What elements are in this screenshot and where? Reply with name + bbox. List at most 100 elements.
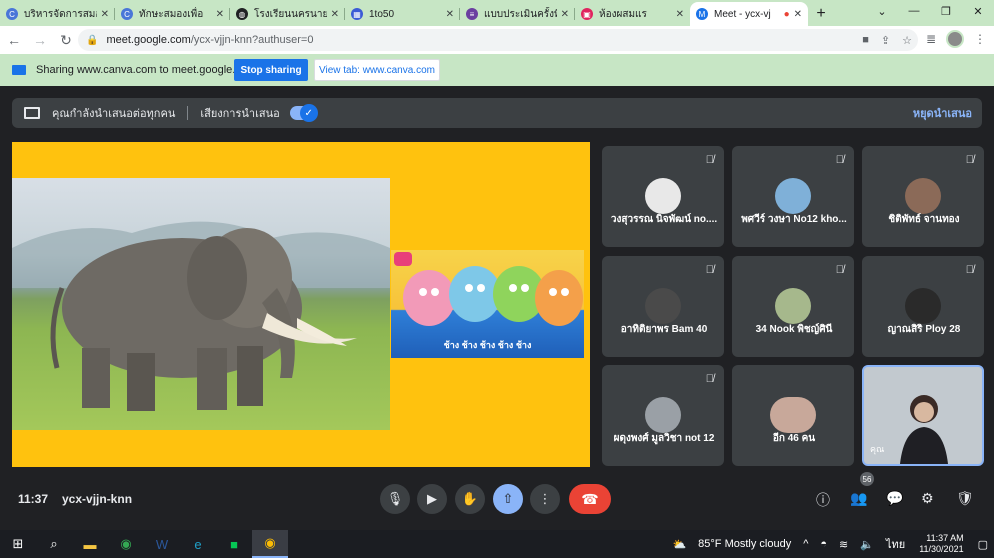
- camera-in-use-icon[interactable]: ■: [862, 34, 869, 47]
- omnibox-icons: ■ ⇪ ☆: [862, 34, 912, 47]
- avatar: [775, 178, 811, 214]
- share-icon[interactable]: ⇪: [881, 34, 890, 47]
- new-tab-button[interactable]: +: [808, 2, 834, 26]
- browser-tab[interactable]: C บริหารจัดการสมอง ✕: [0, 2, 115, 26]
- mic-off-icon: 🎙̸: [965, 154, 974, 166]
- self-video-tile[interactable]: ıl คุณ: [862, 365, 984, 466]
- meeting-controls: 11:37 ycx-vjjn-knn 🎙 ▶ ✋ ⇧ ⋮ ☎ ⓘ 👥 56 💬 …: [0, 472, 994, 522]
- minimize-icon[interactable]: —: [898, 0, 930, 22]
- participant-name: อาทิติยาพร Bam 40: [620, 324, 708, 335]
- participant-tile[interactable]: 🎙̸ 34 Nook พิชญ์ศินี: [732, 256, 854, 357]
- search-icon[interactable]: ⌕: [36, 530, 72, 558]
- activities-icon[interactable]: ⚙: [921, 490, 934, 507]
- sharing-infobar: Sharing www.canva.com to meet.google.com…: [0, 54, 994, 86]
- sharing-text: Sharing www.canva.com to meet.google.com: [36, 64, 257, 76]
- tab-close-icon[interactable]: ✕: [216, 9, 224, 20]
- browser-tab[interactable]: ▣ ห้องผสมแร ✕: [575, 2, 690, 26]
- wifi-icon[interactable]: ≋: [839, 538, 848, 551]
- chrome-active-icon[interactable]: ◉: [252, 530, 288, 558]
- profile-avatar[interactable]: [946, 30, 964, 48]
- stop-presenting-button[interactable]: หยุดนำเสนอ: [913, 104, 972, 122]
- tab-close-icon[interactable]: ✕: [561, 9, 569, 20]
- browser-tab[interactable]: ◍ โรงเรียนนครนายกวิ ✕: [230, 2, 345, 26]
- present-icon: [24, 107, 40, 119]
- weather-icon[interactable]: ⛅: [672, 538, 686, 551]
- toolbar-right: ≣ ⋮: [926, 30, 986, 48]
- tab-close-icon[interactable]: ✕: [446, 9, 454, 20]
- line-icon[interactable]: ■: [216, 530, 252, 558]
- file-explorer-icon[interactable]: ▬: [72, 530, 108, 558]
- forward-icon[interactable]: →: [28, 28, 52, 52]
- more-options-button[interactable]: ⋮: [530, 484, 560, 514]
- participant-tile[interactable]: 🎙̸ ชิติพัทธ์ จานทอง: [862, 146, 984, 247]
- volume-icon[interactable]: 🔈: [860, 538, 874, 551]
- weather-text[interactable]: 85°F Mostly cloudy: [698, 538, 791, 550]
- self-name: คุณ: [870, 444, 885, 454]
- tab-close-icon[interactable]: ✕: [101, 9, 109, 20]
- tab-favicon-icon: C: [121, 8, 133, 20]
- tab-close-icon[interactable]: ✕: [676, 9, 684, 20]
- restore-icon[interactable]: ❐: [930, 0, 962, 22]
- participant-tile[interactable]: 🎙̸ ญาณสิริ Ploy 28: [862, 256, 984, 357]
- tray-clock[interactable]: 11:37 AM 11/30/2021: [919, 533, 963, 555]
- url-path: /ycx-vjjn-knn?authuser=0: [190, 34, 314, 46]
- more-vert-icon: ⋮: [538, 491, 552, 506]
- network-icon[interactable]: ◓: [820, 538, 827, 550]
- mic-off-icon: 🎙̸: [835, 264, 844, 276]
- tab-favicon-icon: ▣: [581, 8, 593, 20]
- raise-hand-button[interactable]: ✋: [455, 484, 485, 514]
- participant-name: ผดุงพงศ์ มูลวิชา not 12: [613, 433, 715, 444]
- mic-off-icon: 🎙̸: [705, 264, 714, 276]
- browser-tab[interactable]: ≡ แบบประเมินครั้งที่ 5 ✕: [460, 2, 575, 26]
- back-icon[interactable]: ←: [2, 28, 26, 52]
- tab-search-icon[interactable]: ⌄: [866, 0, 898, 22]
- participant-tile[interactable]: 🎙̸ วงสุวรรณ นิจพัฒน์ no....: [602, 146, 724, 247]
- chrome-icon[interactable]: ◉: [108, 530, 144, 558]
- address-bar-row: ← → ↻ 🔒 meet.google.com/ycx-vjjn-knn?aut…: [0, 26, 994, 54]
- people-icon[interactable]: 👥: [850, 490, 867, 507]
- url-bar[interactable]: 🔒 meet.google.com/ycx-vjjn-knn?authuser=…: [78, 29, 918, 51]
- participant-tile[interactable]: 🎙̸ อาทิติยาพร Bam 40: [602, 256, 724, 357]
- browser-tab[interactable]: C ทักษะสมองเพื่อ ✕: [115, 2, 230, 26]
- view-tab-button[interactable]: View tab: www.canva.com: [314, 59, 440, 81]
- participant-tile[interactable]: 🎙̸ ผดุงพงศ์ มูลวิชา not 12: [602, 365, 724, 466]
- avatar-stack: [770, 397, 816, 433]
- tab-close-icon[interactable]: ✕: [794, 9, 802, 20]
- mic-off-icon: 🎙̸: [705, 373, 714, 385]
- avatar: [775, 288, 811, 324]
- tray-chevron-icon[interactable]: ^: [803, 538, 808, 550]
- close-window-icon[interactable]: ✕: [962, 0, 994, 22]
- info-icon[interactable]: ⓘ: [816, 490, 830, 510]
- word-icon[interactable]: W: [144, 530, 180, 558]
- more-participants-tile[interactable]: อีก 46 คน: [732, 365, 854, 466]
- presentation-audio-label: เสียงการนำเสนอ: [200, 108, 280, 120]
- participant-tile[interactable]: 🎙̸ พศวีร์ วงษา No12 kho...: [732, 146, 854, 247]
- menu-dots-icon[interactable]: ⋮: [974, 32, 986, 46]
- avatar: [645, 288, 681, 324]
- reading-list-icon[interactable]: ≣: [926, 32, 936, 46]
- stop-sharing-button[interactable]: Stop sharing: [234, 59, 308, 81]
- present-now-button[interactable]: ⇧: [493, 484, 523, 514]
- lock-icon[interactable]: 🔒: [86, 35, 98, 46]
- presentation-audio-toggle[interactable]: [289, 104, 318, 122]
- bookmark-star-icon[interactable]: ☆: [902, 34, 912, 47]
- mic-button[interactable]: 🎙: [380, 484, 410, 514]
- tab-favicon-icon: ◍: [236, 8, 248, 20]
- camera-button[interactable]: ▶: [417, 484, 447, 514]
- tab-label: แบบประเมินครั้งที่ 5: [484, 8, 557, 20]
- windows-start-icon[interactable]: ⊞: [0, 530, 36, 558]
- host-controls-icon[interactable]: 🛡: [956, 490, 974, 507]
- tab-favicon-icon: C: [6, 8, 18, 20]
- tab-close-icon[interactable]: ✕: [331, 9, 339, 20]
- browser-tab[interactable]: ▦ 1to50 ✕: [345, 2, 460, 26]
- edge-icon[interactable]: e: [180, 530, 216, 558]
- reload-icon[interactable]: ↻: [54, 28, 78, 52]
- leave-call-button[interactable]: ☎: [569, 484, 611, 514]
- browser-tab-active[interactable]: M Meet - ycx-vj ● ✕: [690, 2, 808, 26]
- notifications-icon[interactable]: ▢: [978, 538, 988, 551]
- mic-icon: 🎙: [386, 491, 404, 506]
- chat-icon[interactable]: 💬: [886, 490, 903, 507]
- tab-favicon-icon: ≡: [466, 8, 478, 20]
- browser-tab-strip: C บริหารจัดการสมอง ✕ C ทักษะสมองเพื่อ ✕ …: [0, 0, 994, 26]
- input-language[interactable]: ไทย: [886, 535, 905, 553]
